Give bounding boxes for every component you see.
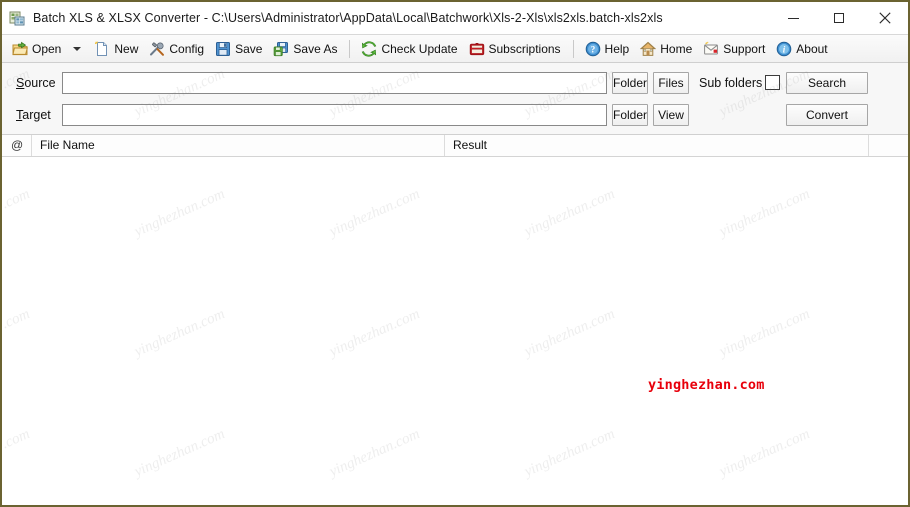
toolbar-about-label: About	[796, 41, 828, 56]
sub-folders-label: Sub folders	[699, 76, 763, 90]
file-list-header: @ File Name Result	[2, 135, 908, 157]
target-input[interactable]	[62, 104, 607, 126]
toolbar-help-button[interactable]: ? Help	[580, 37, 636, 61]
support-mail-icon	[703, 41, 719, 57]
app-xls-converter-icon	[9, 10, 25, 26]
target-folder-button[interactable]: Folder	[612, 104, 648, 126]
new-document-icon	[94, 40, 110, 57]
search-button[interactable]: Search	[786, 72, 868, 94]
window-title: Batch XLS & XLSX Converter - C:\Users\Ad…	[33, 11, 663, 25]
toolbar-config-label: Config	[169, 41, 205, 56]
source-folder-button[interactable]: Folder	[612, 72, 648, 94]
toolbar-new-label: New	[114, 41, 139, 56]
close-icon[interactable]	[862, 2, 908, 35]
source-row: Source Folder Files Sub folders Search	[2, 72, 908, 96]
open-dropdown-chevron-down-icon[interactable]	[73, 46, 82, 51]
target-label: Target	[16, 108, 51, 122]
toolbar-help-label: Help	[604, 41, 630, 56]
minimize-icon[interactable]	[770, 2, 816, 35]
toolbar-save-button[interactable]: Save	[210, 37, 268, 61]
source-label: Source	[16, 76, 56, 90]
save-floppy-icon	[215, 41, 231, 57]
window-controls	[770, 2, 908, 35]
application-window: Batch XLS & XLSX Converter - C:\Users\Ad…	[0, 0, 910, 507]
source-target-panel: Source Folder Files Sub folders Search T…	[2, 63, 908, 135]
toolbar-save-label: Save	[235, 41, 263, 56]
toolbar-save-as-label: Save As	[293, 41, 338, 56]
toolbar-config-button[interactable]: Config	[144, 37, 210, 61]
toolbar-support-label: Support	[723, 41, 766, 56]
open-folder-icon	[12, 41, 28, 57]
toolbar-separator-2	[572, 39, 574, 58]
toolbar-support-button[interactable]: Support	[698, 37, 771, 61]
source-files-button[interactable]: Files	[653, 72, 689, 94]
toolbar-new-button[interactable]: New	[89, 37, 144, 61]
toolbar-open-label: Open	[32, 41, 62, 56]
toolbar-subscriptions-button[interactable]: Subscriptions	[464, 37, 567, 61]
red-watermark: yinghezhan.com	[648, 377, 765, 393]
sub-folders-checkbox[interactable]	[765, 75, 780, 90]
target-view-button[interactable]: View	[653, 104, 689, 126]
toolbar-separator-1	[349, 39, 351, 58]
file-list-body[interactable]	[2, 157, 908, 505]
toolbar-about-button[interactable]: i About	[771, 37, 833, 61]
tools-config-icon	[149, 41, 165, 57]
source-input[interactable]	[62, 72, 607, 94]
column-header-file-name[interactable]: File Name	[32, 135, 445, 156]
toolbar-home-button[interactable]: Home	[635, 37, 698, 61]
toolbar-save-as-button[interactable]: Save As	[268, 37, 343, 61]
column-header-result[interactable]: Result	[445, 135, 869, 156]
title-bar: Batch XLS & XLSX Converter - C:\Users\Ad…	[2, 2, 908, 35]
refresh-arrows-icon	[361, 40, 377, 57]
file-list: @ File Name Result	[2, 135, 908, 505]
toolbar-check-update-button[interactable]: Check Update	[356, 37, 463, 61]
maximize-icon[interactable]	[816, 2, 862, 35]
about-info-icon: i	[776, 41, 792, 57]
home-house-icon	[639, 41, 657, 57]
subscriptions-icon	[469, 41, 485, 57]
target-row: Target Folder View Convert	[2, 104, 908, 128]
toolbar-open-button[interactable]: Open	[7, 37, 67, 61]
main-toolbar: Open New Config Save Save As Check Updat…	[2, 35, 908, 63]
toolbar-check-update-label: Check Update	[381, 41, 458, 56]
help-question-icon: ?	[585, 41, 601, 57]
svg-text:?: ?	[590, 44, 595, 54]
column-header-at[interactable]: @	[2, 135, 32, 156]
save-as-floppy-icon	[273, 41, 289, 57]
toolbar-subscriptions-label: Subscriptions	[488, 41, 561, 56]
convert-button[interactable]: Convert	[786, 104, 868, 126]
toolbar-home-label: Home	[660, 41, 693, 56]
